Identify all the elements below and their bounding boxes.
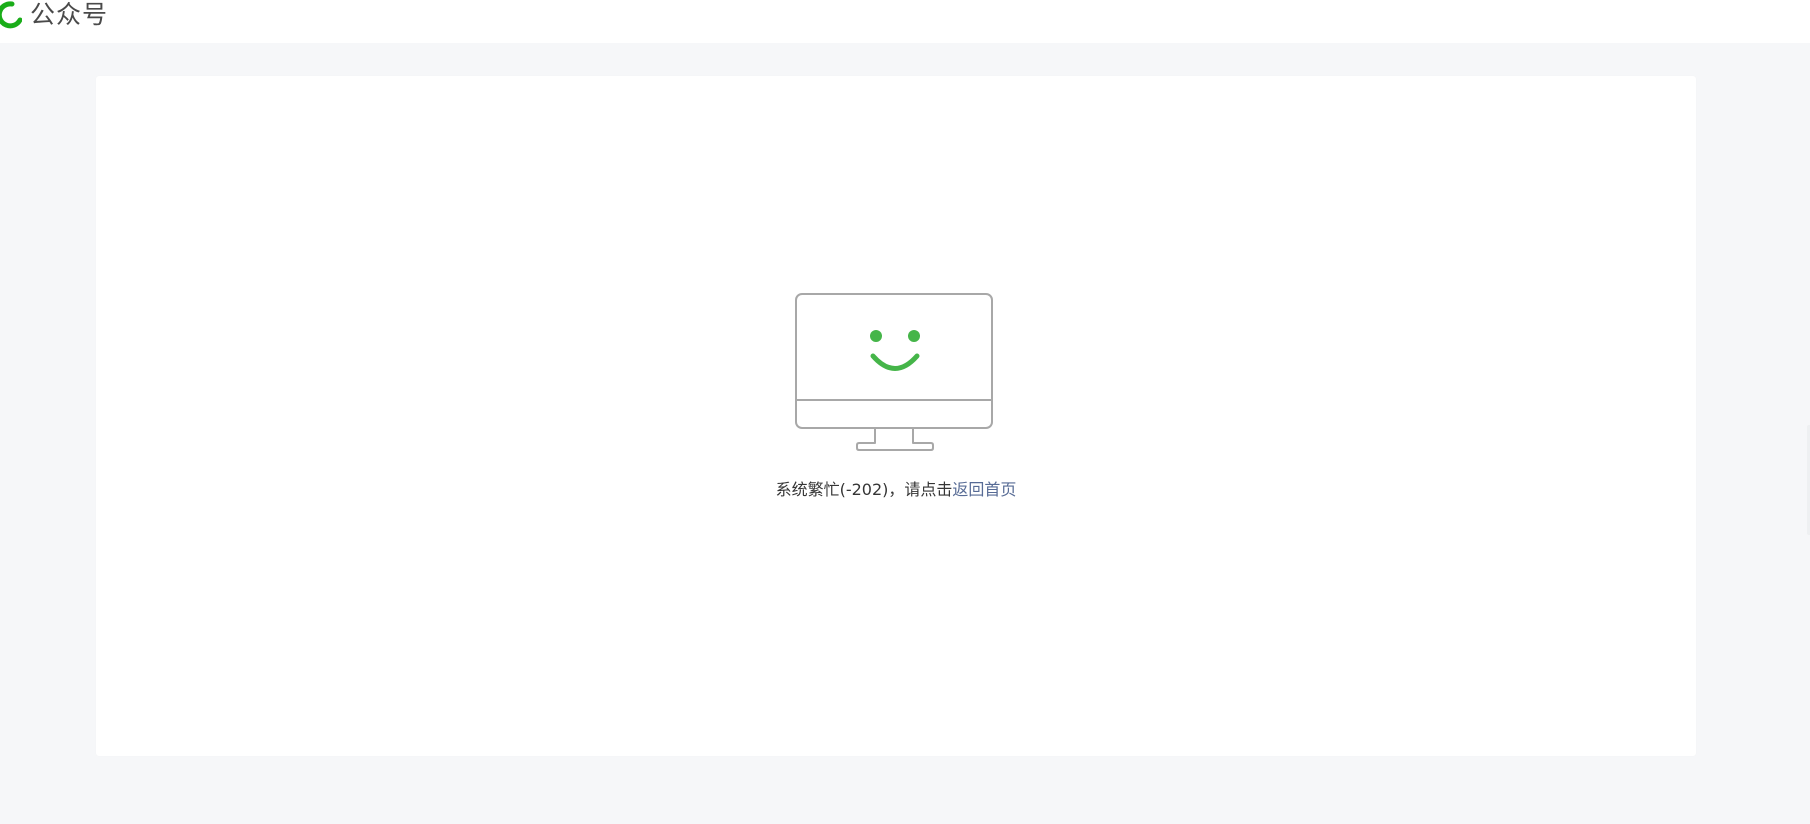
back-to-home-link[interactable]: 返回首页	[952, 480, 1016, 499]
error-text: 系统繁忙(-202)，请点击	[775, 480, 953, 499]
wechat-official-account-logo-icon	[0, 1, 22, 29]
error-message: 系统繁忙(-202)，请点击返回首页	[96, 479, 1696, 501]
brand-text: 公众号	[30, 0, 109, 29]
smiling-monitor-icon	[795, 293, 993, 451]
error-card: 系统繁忙(-202)，请点击返回首页	[96, 76, 1696, 756]
top-bar: 公众号	[0, 0, 1810, 43]
brand-logo[interactable]: 公众号	[0, 0, 108, 30]
